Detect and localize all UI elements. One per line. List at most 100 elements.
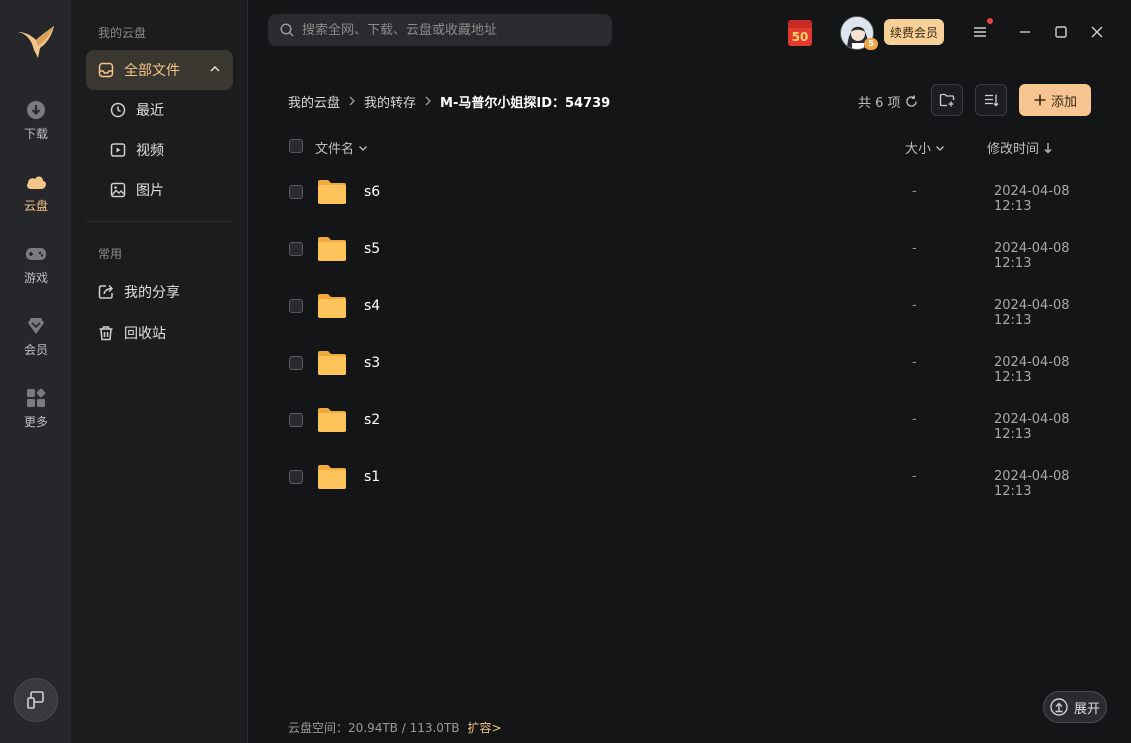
rail-label-download: 下载: [23, 126, 48, 141]
expand-panel-button[interactable]: 展开: [1043, 691, 1107, 723]
rail-item-download[interactable]: 下载: [0, 92, 72, 148]
row-checkbox[interactable]: [289, 242, 303, 256]
cloud-icon: [25, 171, 47, 193]
row-checkbox[interactable]: [289, 413, 303, 427]
row-checkbox[interactable]: [289, 299, 303, 313]
sidebar-item-image[interactable]: 图片: [86, 170, 233, 210]
file-modified: 2024-04-08 12:13: [994, 412, 1070, 442]
file-size: -: [912, 241, 917, 256]
table-row[interactable]: s1 - 2024-04-08 12:13: [288, 451, 1108, 503]
file-name[interactable]: s2: [364, 412, 380, 428]
table-row[interactable]: s6 - 2024-04-08 12:13: [288, 166, 1108, 218]
download-icon: [25, 99, 47, 121]
storage-info: 云盘空间：20.94TB / 113.0TB 扩容>: [288, 719, 502, 736]
device-switch-button[interactable]: [14, 678, 58, 722]
close-button[interactable]: [1087, 22, 1107, 42]
row-checkbox[interactable]: [289, 356, 303, 370]
rail-item-games[interactable]: 游戏: [0, 236, 72, 292]
sidebar-item-video[interactable]: 视频: [86, 130, 233, 170]
rail-item-cloud[interactable]: 云盘: [0, 164, 72, 220]
sidebar-item-recycle[interactable]: 回收站: [86, 313, 233, 353]
breadcrumb-root[interactable]: 我的云盘: [288, 92, 340, 111]
vip-level-badge: 5: [864, 38, 878, 50]
file-size: -: [912, 469, 917, 484]
column-size-header[interactable]: 大小: [905, 138, 945, 157]
plus-icon: [1034, 94, 1046, 106]
sidebar-section-common: 常用: [98, 247, 123, 261]
item-count-text: 共 6 项: [858, 96, 901, 111]
devices-icon: [27, 691, 44, 709]
close-icon: [1091, 26, 1103, 38]
file-modified: 2024-04-08 12:13: [994, 241, 1070, 271]
file-size: -: [912, 184, 917, 199]
arrow-down-icon: [1044, 142, 1052, 153]
column-modified-label: 修改时间: [987, 142, 1040, 157]
sidebar-item-video-label: 视频: [136, 143, 164, 159]
search-icon: [280, 23, 294, 37]
row-checkbox[interactable]: [289, 470, 303, 484]
rail-item-more[interactable]: 更多: [0, 380, 72, 436]
table-row[interactable]: s5 - 2024-04-08 12:13: [288, 223, 1108, 275]
table-header: 文件名 大小 修改时间: [288, 136, 1108, 157]
search-input[interactable]: [302, 22, 592, 38]
file-name[interactable]: s4: [364, 298, 380, 314]
sidebar-item-recent[interactable]: 最近: [86, 90, 233, 130]
maximize-icon: [1055, 26, 1067, 38]
new-folder-icon: [939, 93, 955, 107]
folder-icon: [318, 237, 346, 261]
breadcrumb-separator-icon: [424, 95, 432, 109]
file-size: -: [912, 412, 917, 427]
app-logo-icon: [14, 18, 58, 62]
minimize-icon: [1020, 31, 1030, 33]
maximize-button[interactable]: [1051, 22, 1071, 42]
upload-circle-icon: [1050, 698, 1068, 716]
file-modified: 2024-04-08 12:13: [994, 469, 1070, 499]
rail-label-vip: 会员: [23, 342, 48, 357]
file-size: -: [912, 355, 917, 370]
file-modified: 2024-04-08 12:13: [994, 355, 1070, 385]
rail-label-more: 更多: [23, 414, 48, 429]
sidebar-item-all-files[interactable]: 全部文件: [86, 50, 233, 90]
chevron-up-icon: [210, 65, 220, 72]
sidebar-item-recycle-label: 回收站: [124, 326, 166, 342]
renew-vip-button[interactable]: 续费会员: [884, 19, 944, 45]
chevron-down-icon: [359, 145, 367, 151]
column-modified-header[interactable]: 修改时间: [987, 138, 1053, 157]
file-name[interactable]: s6: [364, 184, 380, 200]
breadcrumb-current: M-马普尔小姐探ID：54739: [440, 96, 611, 111]
red-packet-value: 50: [791, 30, 809, 44]
sidebar: 我的云盘 全部文件 最近 视频 图片 常用 我的分享 回收站: [72, 0, 248, 743]
sort-icon: [985, 94, 999, 107]
chevron-down-icon: [936, 145, 944, 151]
select-all-checkbox[interactable]: [289, 139, 303, 153]
item-count: 共 6 项: [858, 92, 918, 111]
expand-panel-label: 展开: [1073, 701, 1100, 717]
table-row[interactable]: s2 - 2024-04-08 12:13: [288, 394, 1108, 446]
refresh-icon[interactable]: [905, 95, 918, 108]
left-rail: 下载 云盘 游戏 会员 更多: [0, 0, 72, 743]
breadcrumb-level1[interactable]: 我的转存: [364, 92, 416, 111]
file-name[interactable]: s5: [364, 241, 380, 257]
row-checkbox[interactable]: [289, 185, 303, 199]
column-name-header[interactable]: 文件名: [315, 138, 368, 157]
file-name[interactable]: s3: [364, 355, 380, 371]
sort-button[interactable]: [975, 84, 1007, 116]
expand-storage-link[interactable]: 扩容>: [468, 719, 502, 736]
rail-label-games: 游戏: [23, 270, 48, 285]
notification-dot: [987, 18, 993, 24]
new-folder-button[interactable]: [931, 84, 963, 116]
red-packet-button[interactable]: 50: [788, 20, 812, 46]
search-box[interactable]: [268, 14, 612, 46]
rail-item-vip[interactable]: 会员: [0, 308, 72, 364]
folder-icon: [318, 408, 346, 432]
menu-button[interactable]: [970, 22, 990, 42]
column-size-label: 大小: [905, 142, 932, 157]
add-button[interactable]: 添加: [1019, 84, 1091, 116]
file-name[interactable]: s1: [364, 469, 380, 485]
minimize-button[interactable]: [1015, 22, 1035, 42]
table-row[interactable]: s4 - 2024-04-08 12:13: [288, 280, 1108, 332]
apps-grid-icon: [25, 387, 47, 409]
table-row[interactable]: s3 - 2024-04-08 12:13: [288, 337, 1108, 389]
sidebar-item-my-share[interactable]: 我的分享: [86, 272, 233, 312]
trash-icon: [99, 326, 113, 341]
